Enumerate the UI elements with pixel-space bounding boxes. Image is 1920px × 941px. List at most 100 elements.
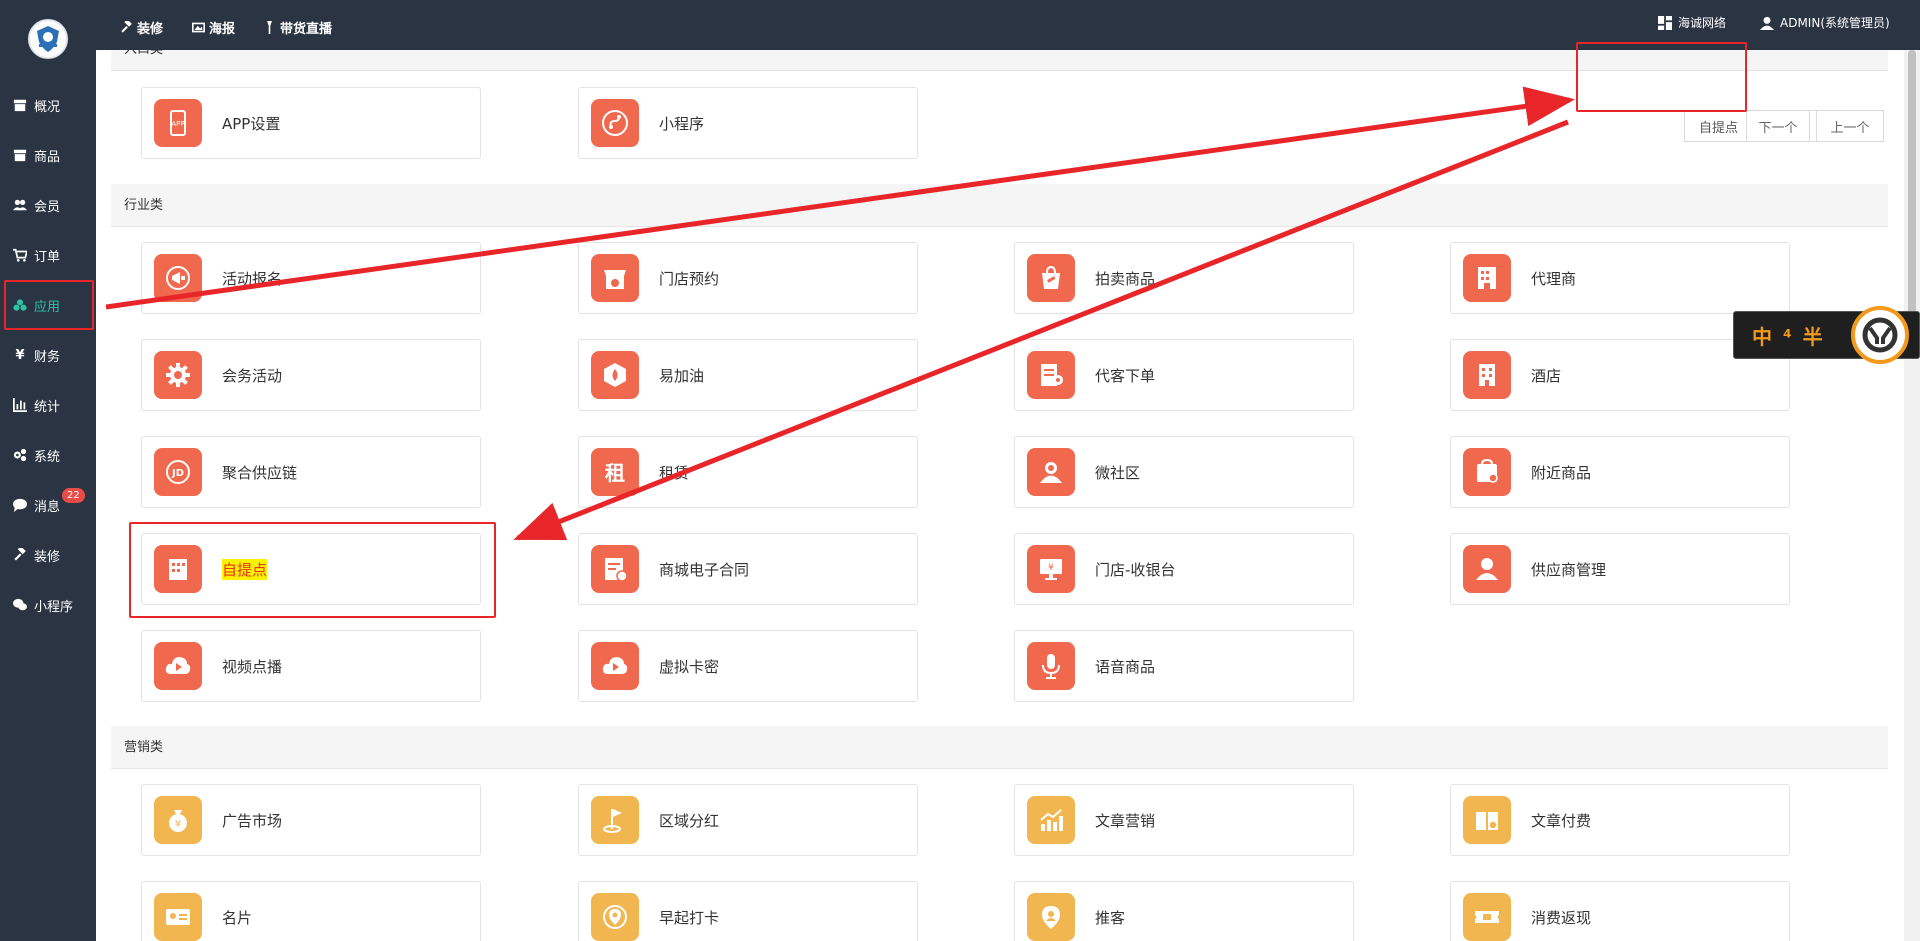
user-menu[interactable]: ADMIN(系统管理员) [1760,14,1890,31]
next-match-button[interactable]: 下一个 [1746,110,1810,142]
building-icon [1463,254,1511,302]
torch-icon [267,21,272,34]
store-icon [591,254,639,302]
top-link-poster[interactable]: 海报 [192,18,235,37]
sidebar-item-system[interactable]: 系统 [0,430,96,480]
microphone-icon [1027,642,1075,690]
overwatch-logo-icon [1862,317,1898,353]
sidebar-item-label: 概况 [34,99,61,115]
megaphone-icon [154,254,202,302]
app-card-label: 虚拟卡密 [659,657,720,676]
app-card-supplier-management[interactable]: 供应商管理 [1450,533,1790,605]
gavel-icon [12,547,28,563]
sidebar-item-decoration[interactable]: 装修 [0,530,96,580]
sidebar-item-label: 小程序 [34,599,74,615]
sidebar-item-statistics[interactable]: 统计 [0,380,96,430]
app-card-micro-community[interactable]: 微社区 [1014,436,1354,508]
wechat-icon [12,597,28,613]
app-card-miniprogram[interactable]: 小程序 [578,87,918,159]
section-header-entry: 入口类 [111,50,1888,71]
sidebar-item-label: 消息 [34,499,61,515]
app-card-conference[interactable]: 会务活动 [141,339,481,411]
app-card-morning-checkin[interactable]: 早起打卡 [578,881,918,941]
top-link-live[interactable]: 带货直播 [263,18,332,37]
app-card-virtual-card[interactable]: 虚拟卡密 [578,630,918,702]
miniprogram-icon [591,99,639,147]
app-card-event-signup[interactable]: 活动报名 [141,242,481,314]
sidebar-item-label: 商品 [34,149,61,165]
users-icon [12,197,28,213]
top-link-decoration[interactable]: 装修 [120,18,163,37]
sidebar-item-messages[interactable]: 消息 22 [0,480,96,530]
location-pin-icon [591,893,639,941]
yen-icon: ¥ [15,347,25,363]
app-card-pos[interactable]: ¥ 门店-收银台 [1014,533,1354,605]
contract-icon [591,545,639,593]
sidebar-item-label: 应用 [34,299,61,315]
main-content: 入口类 APP APP设置 小程序 行业类 活动报名 门店预约 拍卖商品 代理商… [96,50,1904,941]
sidebar-item-orders[interactable]: 订单 [0,230,96,280]
app-card-label: 自提点 [222,558,268,580]
app-card-label: 早起打卡 [659,908,720,927]
app-card-article-marketing[interactable]: 文章营销 [1014,784,1354,856]
jd-icon: JD [154,448,202,496]
sidebar-item-apps[interactable]: 应用 [0,280,96,330]
sidebar-item-finance[interactable]: ¥ 财务 [0,330,96,380]
app-card-supply-chain[interactable]: JD 聚合供应链 [141,436,481,508]
app-card-label: 名片 [222,908,253,927]
app-card-pickup-point[interactable]: 自提点 [141,533,481,605]
app-card-label: 易加油 [659,366,705,385]
app-card-regional-dividend[interactable]: 区域分红 [578,784,918,856]
hexagon-icon [591,351,639,399]
flag-icon [591,796,639,844]
top-link-label: 装修 [137,22,164,37]
sidebar: 概况 商品 会员 订单 应用 ¥ 财务 统计 系统 消息 22 装修 小程序 [0,0,96,941]
cloud-play-icon [591,642,639,690]
app-card-nearby-goods[interactable]: 附近商品 [1450,436,1790,508]
app-card-proxy-order[interactable]: 代客下单 [1014,339,1354,411]
money-bag-icon: ¥ [154,796,202,844]
app-card-video-on-demand[interactable]: 视频点播 [141,630,481,702]
app-card-promoter[interactable]: 推客 [1014,881,1354,941]
app-card-label: 广告市场 [222,811,283,830]
floating-widget[interactable]: 中 ⁴ 半 [1733,306,1920,364]
section-header-industry: 行业类 [111,184,1888,227]
app-card-label: 聚合供应链 [222,463,298,482]
app-card-label: 附近商品 [1531,463,1592,482]
scrollbar-thumb[interactable] [1908,50,1916,320]
app-card-ad-market[interactable]: ¥ 广告市场 [141,784,481,856]
company-name: 海诚网络 [1678,16,1727,30]
app-card-label: 租赁 [659,463,690,482]
top-link-label: 带货直播 [280,22,333,37]
logo[interactable] [28,19,68,59]
svg-text:¥: ¥ [175,819,181,830]
app-card-store-booking[interactable]: 门店预约 [578,242,918,314]
app-card-label: 拍卖商品 [1095,269,1156,288]
app-card-easy-fuel[interactable]: 易加油 [578,339,918,411]
app-card-article-paid[interactable]: 文章付费 [1450,784,1790,856]
app-card-app-settings[interactable]: APP APP设置 [141,87,481,159]
community-icon [1027,448,1075,496]
id-card-icon [154,893,202,941]
sidebar-item-overview[interactable]: 概况 [0,80,96,130]
page-scrollbar[interactable] [1904,50,1920,941]
app-card-e-contract[interactable]: 商城电子合同 [578,533,918,605]
app-card-cashback[interactable]: 消费返现 [1450,881,1790,941]
app-card-business-card[interactable]: 名片 [141,881,481,941]
paid-article-icon [1463,796,1511,844]
sidebar-item-miniprogram[interactable]: 小程序 [0,580,96,630]
app-card-rental[interactable]: 租 租赁 [578,436,918,508]
user-name: ADMIN(系统管理员) [1780,16,1890,30]
app-card-voice-goods[interactable]: 语音商品 [1014,630,1354,702]
top-navbar: 装修 海报 带货直播 海诚网络 ADMIN(系统管理员) [96,0,1920,50]
gears-icon [12,447,28,463]
section-header-marketing: 营销类 [111,726,1888,769]
sidebar-item-members[interactable]: 会员 [0,180,96,230]
company-link[interactable]: 海诚网络 [1658,14,1726,31]
app-card-auction[interactable]: 拍卖商品 [1014,242,1354,314]
app-card-label: 语音商品 [1095,657,1156,676]
svg-text:APP: APP [171,120,184,128]
sidebar-item-goods[interactable]: 商品 [0,130,96,180]
app-card-agent[interactable]: 代理商 [1450,242,1790,314]
prev-match-button[interactable]: 上一个 [1816,110,1884,142]
